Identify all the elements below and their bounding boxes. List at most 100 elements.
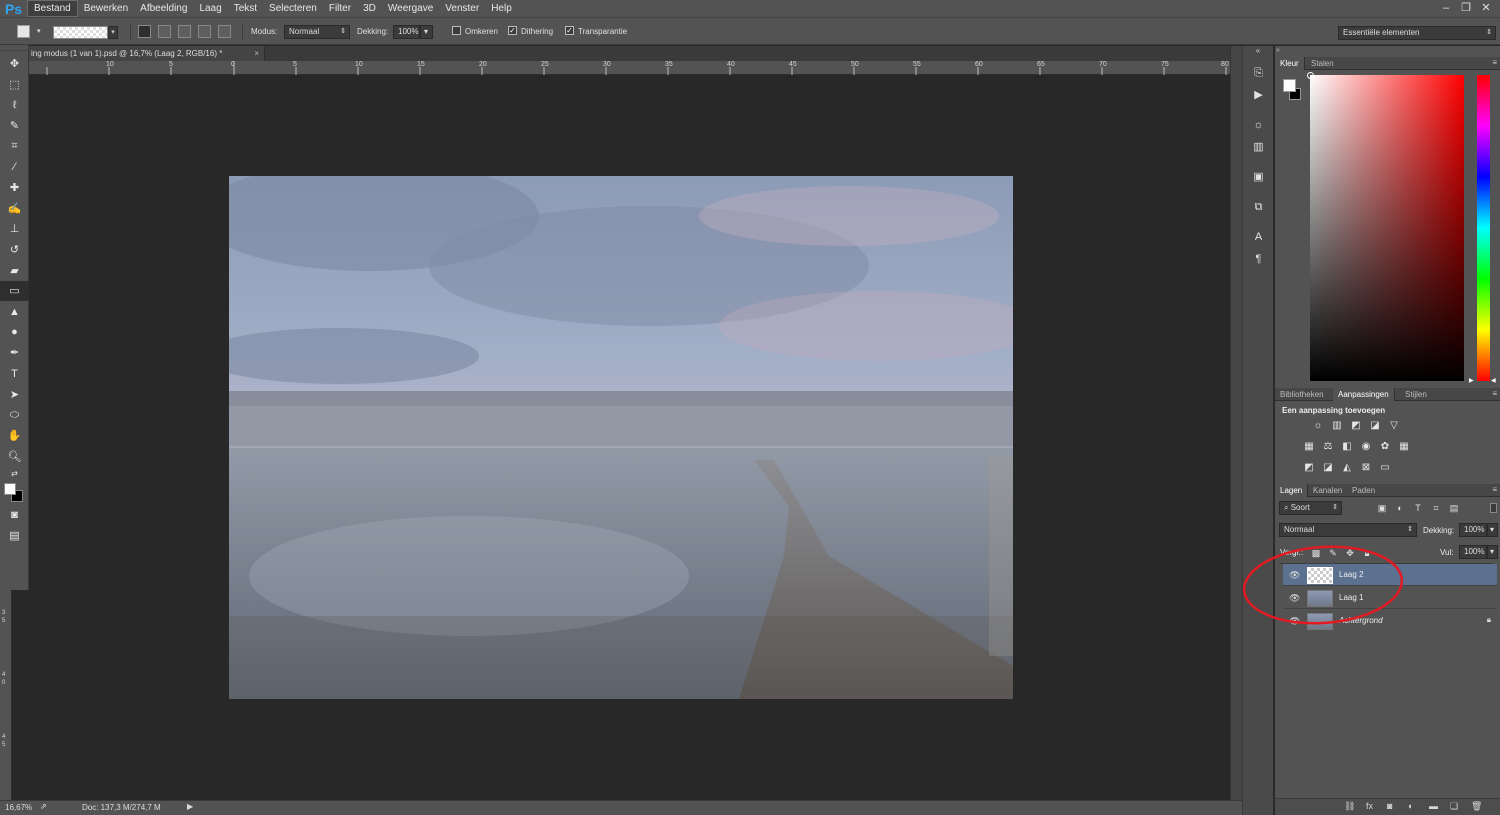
new-group-icon[interactable]: ▬	[1429, 801, 1438, 811]
actions-play-icon[interactable]: ▶	[1243, 84, 1274, 106]
zoom-level[interactable]: 16,67%	[5, 803, 32, 812]
collapse-dock-icon[interactable]: «	[1243, 46, 1273, 62]
menu-afbeelding[interactable]: Afbeelding	[134, 0, 193, 17]
filter-toggle[interactable]	[1490, 503, 1497, 513]
menu-weergave[interactable]: Weergave	[382, 0, 439, 17]
link-layers-icon[interactable]: ⛓	[1344, 801, 1355, 812]
paragraph-icon[interactable]: ¶	[1243, 248, 1274, 270]
menu-help[interactable]: Help	[485, 0, 518, 17]
color-field[interactable]	[1307, 72, 1464, 381]
gradient-swatch[interactable]	[53, 26, 108, 39]
menu-laag[interactable]: Laag	[193, 0, 227, 17]
levels-icon[interactable]: ▥	[1243, 136, 1274, 158]
menu-3d[interactable]: 3D	[357, 0, 382, 17]
layer-opacity-dropdown-icon[interactable]: ▾	[1487, 523, 1498, 537]
curves-icon[interactable]: ◩	[1348, 420, 1364, 432]
dodge-tool-icon[interactable]: ●	[0, 322, 29, 343]
layer-opacity-input[interactable]: 100%	[1459, 523, 1487, 537]
swap-colors-icon[interactable]: ⇄	[0, 467, 29, 481]
hue-slider-handle-icon[interactable]: ▶	[1469, 377, 1474, 384]
ellipse-tool-icon[interactable]: ⬭	[0, 405, 29, 426]
selective-color-icon[interactable]: ⊠	[1358, 462, 1374, 474]
eraser-icon[interactable]: ▰	[0, 260, 29, 281]
tab-kleur[interactable]: Kleur	[1275, 57, 1305, 70]
type-tool-icon[interactable]: T	[0, 363, 29, 384]
menu-selecteren[interactable]: Selecteren	[263, 0, 323, 17]
brightness-icon[interactable]: ☼	[1310, 420, 1326, 432]
tab-aanpassingen[interactable]: Aanpassingen	[1333, 388, 1395, 401]
transparency-checkbox[interactable]: ✓	[565, 26, 574, 35]
healing-brush-icon[interactable]: ✚	[0, 177, 29, 198]
gradient-map-icon[interactable]: ▭	[1377, 462, 1393, 474]
blur-tool-icon[interactable]: ▲	[0, 301, 29, 322]
status-arrow-icon[interactable]: ▶	[187, 802, 193, 811]
canvas-vertical-scrollbar[interactable]	[1230, 46, 1242, 800]
lasso-tool-icon[interactable]: ℓ	[0, 94, 29, 115]
workspace-select[interactable]: Essentiële elementen ⇕	[1338, 26, 1496, 40]
brush-tool-icon[interactable]: ✍	[0, 198, 29, 219]
history-icon[interactable]: ⎘	[1243, 62, 1274, 84]
tab-bibliotheken[interactable]: Bibliotheken	[1275, 388, 1329, 401]
vertical-ruler[interactable]: 3 5 4 0 4 5	[0, 590, 12, 800]
filter-adjustment-icon[interactable]: ◐	[1394, 502, 1406, 514]
history-brush-icon[interactable]: ↺	[0, 239, 29, 260]
collapse-panels-icon[interactable]: »	[1276, 47, 1280, 54]
fx-icon[interactable]: fx	[1366, 801, 1373, 811]
color-balance-icon[interactable]: ⚖	[1320, 441, 1336, 453]
radial-gradient-icon[interactable]	[158, 25, 171, 38]
tab-stalen[interactable]: Stalen	[1306, 57, 1339, 70]
filter-type-icon[interactable]: T	[1412, 502, 1424, 514]
fill-dropdown-icon[interactable]: ▾	[1487, 545, 1498, 559]
document-tab[interactable]: ing modus (1 van 1).psd @ 16,7% (Laag 2,…	[29, 46, 265, 61]
gradient-dropdown-icon[interactable]: ▾	[108, 26, 118, 39]
path-select-icon[interactable]: ➤	[0, 384, 29, 405]
clone-source-icon[interactable]: ⧉	[1243, 196, 1274, 218]
delete-layer-icon[interactable]: 🗑︎	[1471, 801, 1482, 812]
panel-menu-icon[interactable]: ≡	[1492, 388, 1497, 400]
color-picker-cursor[interactable]	[1307, 72, 1314, 79]
reflected-gradient-icon[interactable]	[198, 25, 211, 38]
eyedropper-icon[interactable]: ⁄	[0, 156, 29, 177]
hue-saturation-icon[interactable]: ▦	[1301, 441, 1317, 453]
panel-grip[interactable]	[0, 45, 28, 51]
invert-icon[interactable]: ◩	[1301, 462, 1317, 474]
close-tab-icon[interactable]: ×	[254, 46, 259, 61]
vibrance-icon[interactable]: ▽	[1386, 420, 1402, 432]
reverse-checkbox[interactable]	[452, 26, 461, 35]
linear-gradient-icon[interactable]	[138, 25, 151, 38]
menu-tekst[interactable]: Tekst	[228, 0, 263, 17]
foreground-color-swatch[interactable]	[1283, 79, 1296, 92]
filter-shape-icon[interactable]: ⌗	[1430, 502, 1442, 514]
threshold-icon[interactable]: ◭	[1339, 462, 1355, 474]
opacity-input[interactable]: 100%	[393, 25, 420, 39]
gradient-tool-icon[interactable]: ▭	[0, 280, 29, 302]
filter-smart-icon[interactable]: ▤	[1448, 502, 1460, 514]
menu-venster[interactable]: Venster	[439, 0, 485, 17]
menu-filter[interactable]: Filter	[323, 0, 357, 17]
fill-input[interactable]: 100%	[1459, 545, 1487, 559]
character-icon[interactable]: A	[1243, 226, 1274, 248]
screen-mode-icon[interactable]: ▤	[0, 525, 29, 546]
document-image[interactable]	[229, 176, 1013, 699]
tool-preset-arrow-icon[interactable]: ▾	[37, 27, 41, 35]
layer-filter-select[interactable]: ⌕ Soort ⇕	[1279, 501, 1342, 515]
color-swatches[interactable]	[0, 481, 28, 505]
menu-bestand[interactable]: Bestand	[27, 0, 78, 17]
mode-select[interactable]: Normaal ⇕	[284, 25, 350, 39]
hue-slider-handle-icon[interactable]: ◀	[1491, 377, 1496, 384]
channel-mixer-icon[interactable]: ✿	[1377, 441, 1393, 453]
posterize-icon[interactable]: ◪	[1320, 462, 1336, 474]
tab-paden[interactable]: Paden	[1347, 484, 1380, 497]
filter-pixel-icon[interactable]: ▣	[1376, 502, 1388, 514]
blend-mode-select[interactable]: Normaal ⇕	[1279, 523, 1417, 537]
hue-slider[interactable]	[1477, 75, 1490, 381]
tab-kanalen[interactable]: Kanalen	[1308, 484, 1347, 497]
marquee-tool-icon[interactable]: ⬚	[0, 74, 29, 95]
levels-icon[interactable]: ▥	[1329, 420, 1345, 432]
new-adjustment-icon[interactable]: ◐	[1408, 801, 1413, 811]
properties-icon[interactable]: ▣	[1243, 166, 1274, 188]
quick-select-icon[interactable]: ✎	[0, 115, 29, 136]
foreground-color-swatch[interactable]	[4, 482, 16, 495]
tab-lagen[interactable]: Lagen	[1275, 484, 1309, 497]
new-layer-icon[interactable]: ❏	[1450, 801, 1458, 812]
